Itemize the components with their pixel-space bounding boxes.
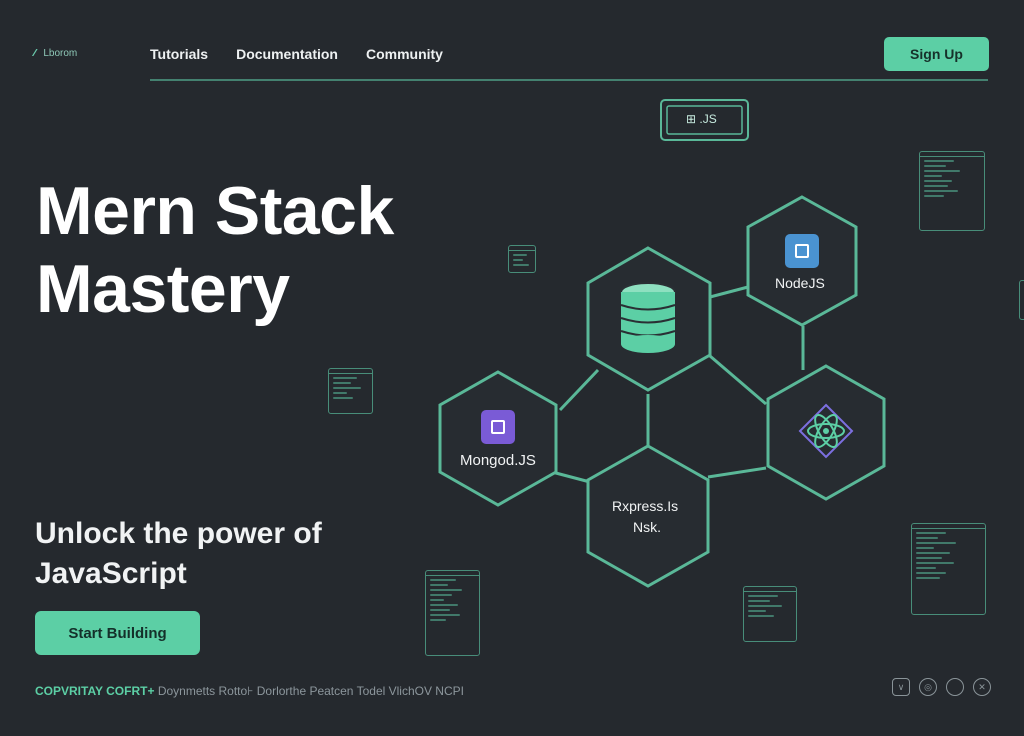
code-window-icon (911, 523, 986, 615)
nav-documentation[interactable]: Documentation (236, 46, 338, 62)
hero-subtitle-line1: Unlock the power of (35, 517, 322, 550)
nodejs-label: NodeJS (775, 275, 825, 291)
footer-copyright: COPVRITAY COFRT+ Doynmetts Rotto⊦ Dorlor… (35, 684, 464, 698)
atom-icon (798, 403, 854, 459)
express-label-line2: Nsk. (633, 519, 661, 535)
main-nav: Tutorials Documentation Community (150, 46, 443, 62)
social-links: ∨ ◎ ✕ (892, 678, 991, 696)
close-icon[interactable]: ✕ (973, 678, 991, 696)
hex-react (766, 364, 886, 501)
express-label-line1: Rxpress.Is (612, 498, 679, 514)
start-building-button[interactable]: Start Building (35, 611, 200, 655)
mongod-badge-icon (481, 410, 515, 444)
code-window-icon (425, 570, 480, 656)
code-window-icon (743, 586, 797, 642)
logo-mark-icon: ⁄⁄ (34, 48, 37, 59)
logo[interactable]: ⁄⁄ Lborom (34, 48, 77, 59)
nav-tutorials[interactable]: Tutorials (150, 46, 208, 62)
page: ⁄⁄ Lborom Tutorials Documentation Commun… (0, 0, 1024, 736)
code-window-icon (1019, 280, 1024, 320)
nav-community[interactable]: Community (366, 46, 443, 62)
logo-text: Lborom (43, 48, 78, 59)
footer-copyright-highlight: COPVRITAY COFRT+ (35, 684, 155, 698)
circle-dot-icon[interactable]: ◎ (919, 678, 937, 696)
hero-subtitle: Unlock the power of JavaScript (35, 514, 375, 594)
hero-title: Mern Stack Mastery (36, 172, 506, 328)
mongod-label: Mongod.JS (460, 452, 536, 469)
sign-up-button[interactable]: Sign Up (884, 37, 989, 71)
footer-copyright-rest: Doynmetts Rotto⊦ Dorlorthe Peatcen Todel… (157, 684, 464, 698)
top-window-label: ⊞ .JS (686, 112, 717, 126)
nodejs-badge-icon (785, 234, 819, 268)
code-window-icon (508, 245, 536, 273)
circle-icon[interactable] (946, 678, 964, 696)
hero-subtitle-line2: JavaScript (35, 557, 187, 590)
database-icon (620, 282, 676, 353)
code-window-icon (919, 151, 985, 231)
hero-title-line1: Mern Stack (36, 173, 394, 249)
chevron-down-icon[interactable]: ∨ (892, 678, 910, 696)
hero-title-line2: Mastery (36, 251, 290, 327)
hex-express (586, 444, 710, 588)
code-window-icon (328, 368, 373, 414)
hex-database (586, 246, 712, 392)
nav-divider (150, 79, 988, 81)
